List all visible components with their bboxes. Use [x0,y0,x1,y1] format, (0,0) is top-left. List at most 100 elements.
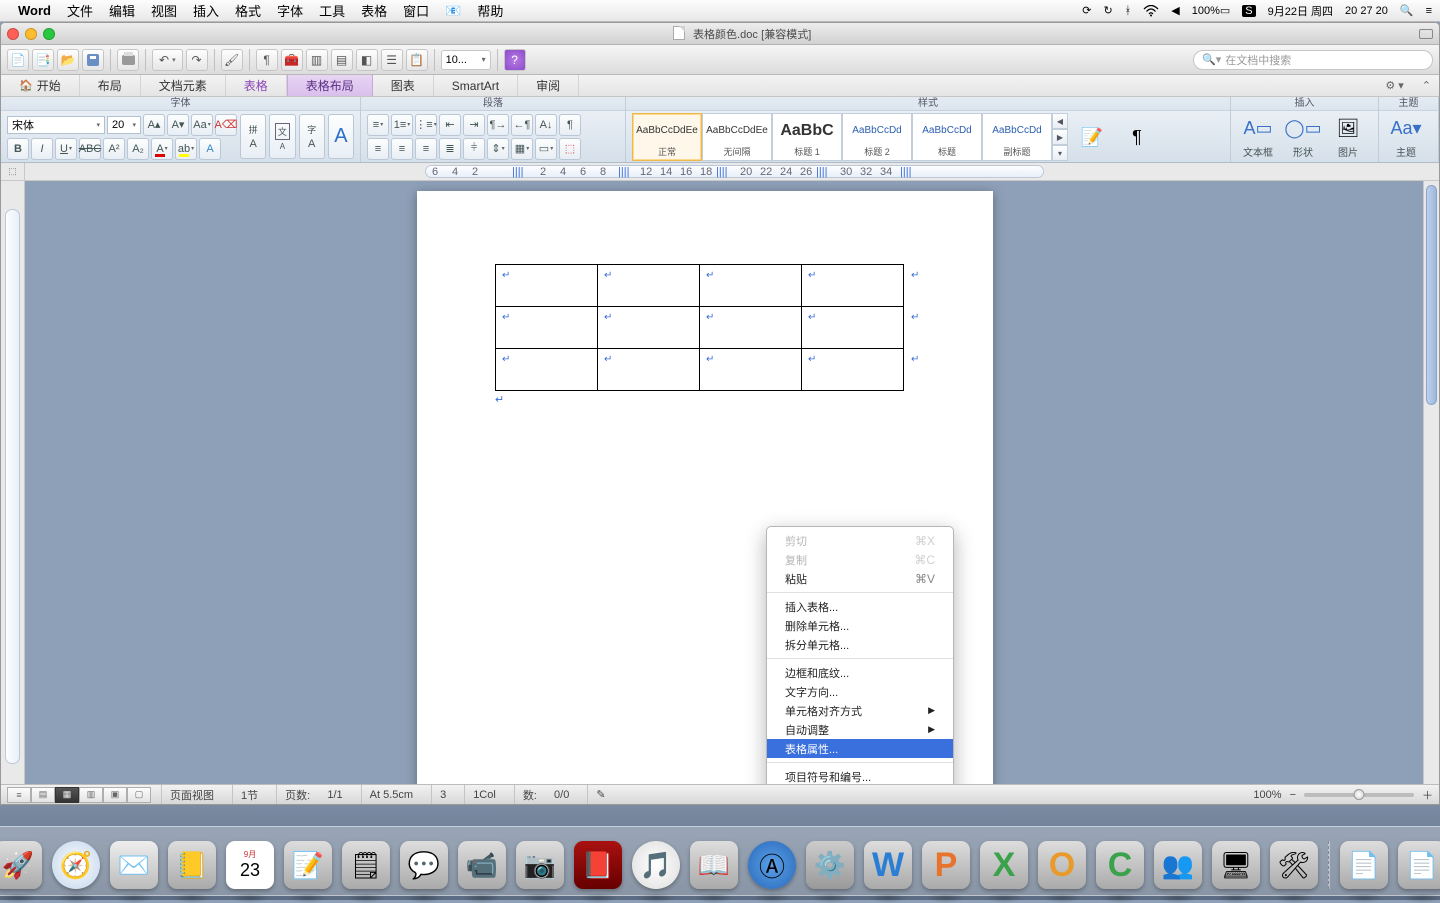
dock-wps-x[interactable]: X [980,841,1028,889]
ctx-cell-align[interactable]: 单元格对齐方式▶ [767,701,953,720]
minimize-button[interactable] [25,28,37,40]
strike-button[interactable]: ABC [79,138,101,160]
menubar-notification-icon[interactable]: ≡ [1426,5,1432,17]
canvas[interactable]: ↵↵↵↵ ↵↵↵↵ ↵↵↵↵ ↵ ↵ ↵ ↵ 剪切⌘X 复制⌘C 粘贴⌘V 插入… [25,181,1423,784]
text-effects-button[interactable]: A [199,138,221,160]
asian-layout-button[interactable]: ⬚ [559,138,581,160]
underline-button[interactable]: U▾ [55,138,77,160]
zoom-button[interactable] [43,28,55,40]
gallery-button[interactable]: ▤ [331,49,353,71]
help-button[interactable]: ? [504,49,526,71]
tab-review[interactable]: 审阅 [518,75,579,96]
dock-rdp[interactable]: 🖥 [1212,841,1260,889]
style-nospacing[interactable]: AaBbCcDdEe无间隔 [702,113,772,161]
menubar-volume-icon[interactable]: ◀ [1171,4,1179,17]
ctx-copy[interactable]: 复制⌘C [767,550,953,569]
change-styles-button[interactable]: 📝 [1071,113,1113,161]
italic-button[interactable]: I [31,138,53,160]
dock-ibooks[interactable]: 📖 [690,841,738,889]
tab-docelements[interactable]: 文档元素 [141,75,226,96]
save-button[interactable] [82,49,104,71]
zoom-combo[interactable]: 10...▾ [441,50,491,70]
bold-button[interactable]: B [7,138,29,160]
dock-wps-w[interactable]: W [864,841,912,889]
view-focus[interactable]: ▢ [127,787,151,803]
menu-insert[interactable]: 插入 [193,1,219,20]
shape-button[interactable]: ◯▭形状 [1282,113,1324,161]
redo-button[interactable]: ↷ [186,49,208,71]
ctx-split-cells[interactable]: 拆分单元格... [767,635,953,654]
ctx-text-direction[interactable]: 文字方向... [767,682,953,701]
menu-file[interactable]: 文件 [67,1,93,20]
texteffect-big-button[interactable]: A [328,114,354,159]
menubar-sync-icon[interactable]: ⟳ [1082,4,1091,17]
font-size-combo[interactable]: 20▾ [107,116,141,134]
styles-pane-button[interactable]: ¶ [1116,113,1158,161]
navpane-button[interactable]: ☰ [381,49,403,71]
tab-chart[interactable]: 图表 [373,75,434,96]
dock-messages[interactable]: 💬 [400,841,448,889]
dock-mail[interactable]: ✉️ [110,841,158,889]
styles-expand[interactable]: ▾ [1052,145,1068,161]
grow-font-button[interactable]: A▴ [143,114,165,136]
line-spacing-button[interactable]: ⇕▾ [487,138,509,160]
undo-button[interactable]: ↶▾ [152,49,183,71]
clear-format-button[interactable]: A⌫ [215,114,237,136]
style-h1[interactable]: AaBbC标题 1 [772,113,842,161]
open-button[interactable]: 📂 [57,49,79,71]
dock-preferences[interactable]: ⚙️ [806,841,854,889]
distributed-button[interactable]: ⫩ [463,138,485,160]
ctx-autofit[interactable]: 自动调整▶ [767,720,953,739]
ctx-delete-cells[interactable]: 删除单元格... [767,616,953,635]
superscript-button[interactable]: A² [103,138,125,160]
theme-button[interactable]: Aa▾主题 [1385,113,1427,161]
zoom-slider[interactable] [1304,793,1414,797]
menubar-bluetooth-icon[interactable]: ᚼ [1125,5,1132,17]
menubar-date[interactable]: 9月22日 周四 [1268,3,1333,19]
character-border-button[interactable]: 字A [299,114,325,159]
menu-window[interactable]: 窗口 [403,1,429,20]
view-print[interactable]: ▦ [55,787,79,803]
dock-launchpad[interactable]: 🚀 [0,841,42,889]
horizontal-ruler[interactable]: 6 4 2 |||| 2 4 6 8 |||| 12 14 16 18 ||||… [25,163,1439,180]
ctx-table-properties[interactable]: 表格属性... [767,739,953,758]
dock-calendar[interactable]: 9月23 [226,841,274,889]
show-marks-button[interactable]: ¶ [559,114,581,136]
print-button[interactable] [117,49,139,71]
vertical-ruler[interactable] [1,181,25,784]
menu-table[interactable]: 表格 [361,1,387,20]
enclose-button[interactable]: 文A [269,114,295,159]
menu-font[interactable]: 字体 [277,1,303,20]
tab-tablelayout[interactable]: 表格布局 [287,75,373,96]
sidebar-button[interactable]: ▥ [306,49,328,71]
menu-view[interactable]: 视图 [151,1,177,20]
rtl-button[interactable]: ←¶ [511,114,533,136]
search-input[interactable]: 🔍▾ 在文档中搜索 [1193,50,1433,70]
table[interactable]: ↵↵↵↵ ↵↵↵↵ ↵↵↵↵ [495,264,904,391]
textbox-button[interactable]: A▭文本框 [1237,113,1279,161]
close-button[interactable] [7,28,19,40]
tab-table[interactable]: 表格 [226,75,287,96]
view-draft[interactable]: ≡ [7,787,31,803]
phonetic-button[interactable]: 拼A [240,114,266,159]
shrink-font-button[interactable]: A▾ [167,114,189,136]
dock-messenger[interactable]: 👥 [1154,841,1202,889]
menubar-spotlight-icon[interactable]: 🔍 [1400,4,1414,17]
justify-button[interactable]: ≣ [439,138,461,160]
menu-tools[interactable]: 工具 [319,1,345,20]
dock-communicator[interactable]: C [1096,841,1144,889]
styles-next[interactable]: ▶ [1052,129,1068,145]
ctx-paste[interactable]: 粘贴⌘V [767,569,953,588]
style-subtitle[interactable]: AaBbCcDd副标题 [982,113,1052,161]
font-color-button[interactable]: A▾ [151,138,173,160]
view-outline[interactable]: ▤ [31,787,55,803]
app-name[interactable]: Word [18,3,51,18]
bullets-button[interactable]: ≡▾ [367,114,389,136]
styles-prev[interactable]: ◀ [1052,113,1068,129]
zoom-out-button[interactable]: − [1290,789,1296,801]
menu-script-icon[interactable]: 📧 [445,3,461,19]
menu-edit[interactable]: 编辑 [109,1,135,20]
sort-button[interactable]: A↓ [535,114,557,136]
menubar-time[interactable]: 20 27 20 [1345,5,1388,17]
ribbon-options[interactable]: ⚙ ▾ [1375,75,1413,96]
